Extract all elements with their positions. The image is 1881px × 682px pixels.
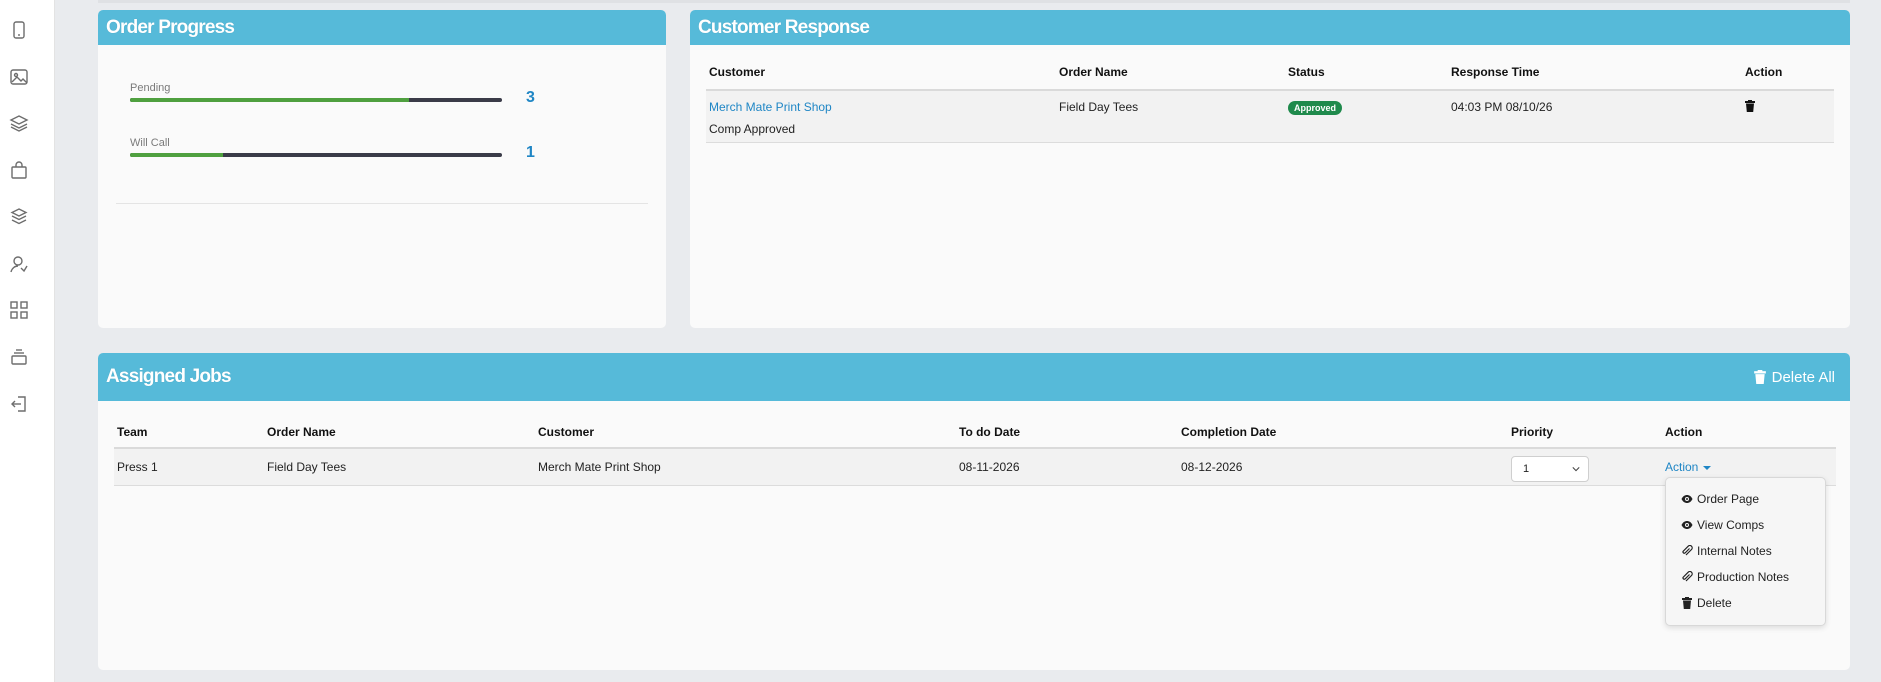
layers-icon[interactable]	[7, 111, 31, 135]
column-header: Priority	[1508, 417, 1662, 449]
order-progress-header: Order Progress	[98, 10, 666, 45]
action-cell	[1742, 90, 1834, 143]
completion-date-cell: 08-12-2026	[1181, 460, 1243, 474]
menu-item-delete[interactable]: Delete	[1681, 596, 1732, 610]
delete-all-label: Delete All	[1771, 368, 1835, 386]
column-header: Status	[1285, 55, 1448, 91]
stack-icon[interactable]	[7, 345, 31, 369]
progress-bar	[130, 153, 502, 157]
progress-bar-fill	[130, 98, 409, 102]
menu-item-label: View Comps	[1697, 518, 1765, 532]
customer-cell: Merch Mate Print Shop	[538, 460, 661, 474]
progress-bar	[130, 98, 502, 102]
trash-icon	[1753, 370, 1766, 384]
action-label: Action	[1665, 460, 1699, 474]
column-header: Customer	[706, 55, 1056, 91]
order-progress-title: Order Progress	[106, 16, 235, 38]
assigned-jobs-table: Team Order Name Customer To do Date Comp…	[114, 417, 1836, 486]
chevron-down-icon	[1572, 466, 1580, 471]
logout-icon[interactable]	[7, 392, 31, 416]
column-header: Response Time	[1448, 55, 1742, 91]
eye-icon	[1681, 521, 1693, 529]
progress-bar-fill	[130, 153, 223, 157]
team-cell: Press 1	[117, 460, 158, 474]
column-header: Order Name	[264, 417, 535, 449]
image-icon[interactable]	[7, 65, 31, 89]
divider	[116, 203, 648, 204]
column-header: Action	[1742, 55, 1834, 91]
trash-icon[interactable]	[1745, 100, 1755, 112]
status-badge: Approved	[1288, 101, 1343, 115]
column-header: To do Date	[956, 417, 1178, 449]
assigned-jobs-title: Assigned Jobs	[106, 366, 232, 387]
delete-all-button[interactable]: Delete All	[1753, 368, 1835, 386]
column-header: Action	[1662, 417, 1836, 449]
action-dropdown-menu: Order Page View Comps Internal Notes Pro…	[1665, 477, 1826, 626]
progress-item-will-call: Will Call 1	[130, 137, 535, 161]
column-header: Team	[114, 417, 264, 449]
table-header-row: Customer Order Name Status Response Time…	[706, 55, 1834, 91]
paperclip-icon	[1682, 545, 1693, 556]
customer-response-title: Customer Response	[698, 16, 870, 38]
caret-down-icon	[1703, 465, 1712, 470]
todo-date-cell: 08-11-2026	[959, 460, 1020, 474]
progress-label: Pending	[130, 82, 171, 94]
grid-icon[interactable]	[7, 298, 31, 322]
customer-cell: Merch Mate Print Shop Comp Approved	[706, 90, 1056, 143]
menu-item-view-comps[interactable]: View Comps	[1681, 518, 1764, 532]
progress-item-pending: Pending 3	[130, 82, 535, 106]
top-divider	[98, 0, 1850, 3]
priority-cell: 1	[1508, 448, 1662, 486]
response-time-cell: 04:03 PM 08/10/26	[1451, 100, 1553, 114]
customer-link[interactable]: Merch Mate Print Shop	[709, 100, 1053, 114]
action-dropdown-toggle[interactable]: Action	[1665, 460, 1712, 474]
priority-value: 1	[1523, 462, 1530, 475]
tablet-icon[interactable]	[7, 18, 31, 42]
menu-item-production-notes[interactable]: Production Notes	[1681, 570, 1789, 584]
sidebar	[0, 0, 55, 682]
progress-count: 3	[526, 89, 535, 106]
user-icon[interactable]	[7, 252, 31, 276]
menu-item-internal-notes[interactable]: Internal Notes	[1681, 544, 1772, 558]
assigned-jobs-header: Assigned Jobs Delete All	[98, 353, 1850, 401]
menu-item-label: Delete	[1697, 596, 1732, 610]
priority-select[interactable]: 1	[1511, 455, 1589, 482]
menu-item-order-page[interactable]: Order Page	[1681, 492, 1759, 506]
boxes-icon[interactable]	[7, 205, 31, 229]
progress-count: 1	[526, 144, 535, 161]
response-note: Comp Approved	[709, 122, 796, 136]
status-cell: Approved	[1285, 90, 1448, 143]
order-name-cell: Field Day Tees	[1059, 100, 1139, 114]
menu-item-label: Order Page	[1697, 492, 1760, 506]
menu-item-label: Internal Notes	[1697, 544, 1772, 558]
progress-label: Will Call	[130, 137, 170, 149]
assigned-jobs-panel: Assigned Jobs Delete All Team Order Name…	[98, 353, 1850, 670]
order-name-cell: Field Day Tees	[267, 460, 347, 474]
column-header: Order Name	[1056, 55, 1285, 91]
column-header: Customer	[535, 417, 956, 449]
table-header-row: Team Order Name Customer To do Date Comp…	[114, 417, 1836, 449]
customer-response-panel: Customer Response Customer Order Name St…	[690, 10, 1850, 328]
table-row: Merch Mate Print Shop Comp Approved Fiel…	[706, 90, 1834, 143]
order-progress-panel: Order Progress Pending 3 Will Call 1	[98, 10, 666, 328]
table-row: Press 1 Field Day Tees Merch Mate Print …	[114, 448, 1836, 486]
column-header: Completion Date	[1178, 417, 1508, 449]
shopping-bag-icon[interactable]	[7, 158, 31, 182]
trash-icon	[1682, 597, 1692, 609]
paperclip-icon	[1682, 571, 1693, 582]
eye-icon	[1681, 495, 1693, 503]
menu-item-label: Production Notes	[1697, 570, 1790, 584]
customer-response-table: Customer Order Name Status Response Time…	[706, 55, 1834, 143]
customer-response-header: Customer Response	[690, 10, 1850, 45]
